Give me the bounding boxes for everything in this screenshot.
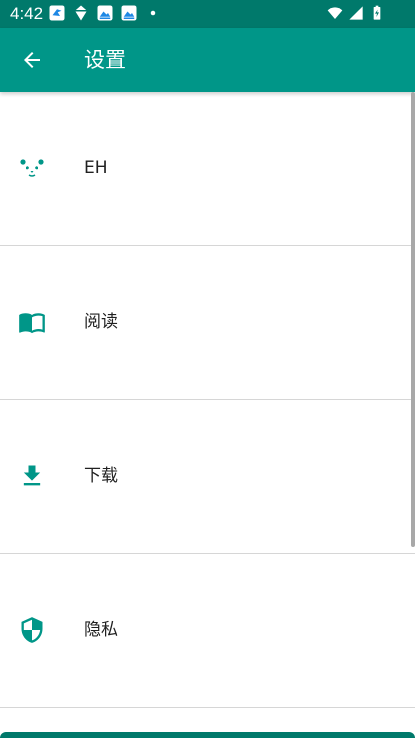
settings-item-label: 下载 [84, 466, 118, 486]
bird-notification-icon [49, 5, 65, 21]
status-bar: 4:42 [0, 0, 415, 28]
settings-item-eh[interactable]: EH [0, 92, 415, 246]
app-bar: 设置 [0, 28, 415, 92]
settings-item-label: 阅读 [84, 312, 118, 332]
settings-item-label: EH [84, 158, 108, 178]
photo-notification-icon [121, 5, 137, 21]
status-time: 4:42 [10, 4, 44, 23]
wifi-icon [327, 7, 343, 19]
settings-item-privacy[interactable]: 隐私 [0, 554, 415, 708]
settings-item-reading[interactable]: 阅读 [0, 246, 415, 400]
notification-icons [48, 4, 162, 22]
settings-item-label: 隐私 [84, 620, 118, 640]
arrow-back-icon [24, 52, 40, 68]
page-title: 设置 [84, 48, 126, 72]
diamond-notification-icon [75, 5, 87, 21]
back-button[interactable] [16, 44, 48, 76]
book-icon [18, 308, 46, 336]
signal-icon [349, 6, 363, 20]
bottom-nav-edge [0, 732, 415, 738]
photo-notification-icon [97, 5, 113, 21]
settings-list: EH 阅读 下载 隐私 [0, 92, 415, 738]
panda-icon [18, 154, 46, 182]
download-icon [18, 462, 46, 490]
dot-icon [150, 10, 156, 16]
settings-item-download[interactable]: 下载 [0, 400, 415, 554]
shield-icon [18, 616, 46, 644]
scrollbar[interactable] [411, 92, 415, 547]
system-icons [327, 5, 385, 21]
battery-icon [373, 5, 381, 20]
